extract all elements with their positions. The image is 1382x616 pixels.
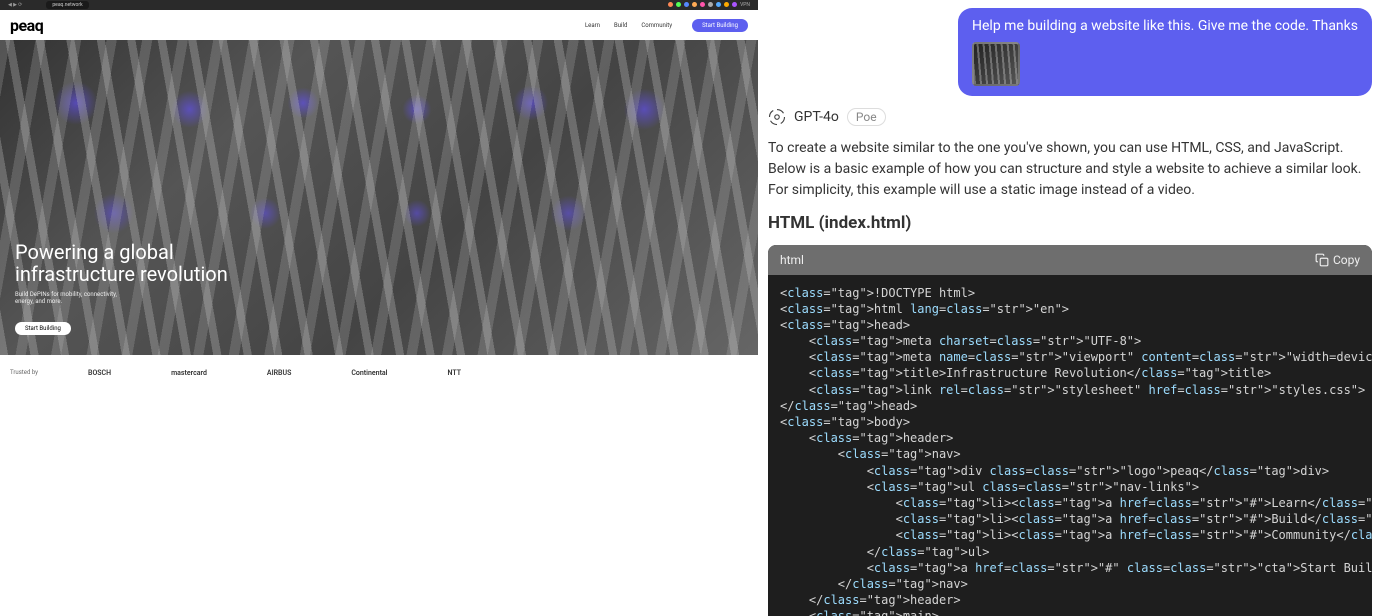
section-heading: HTML (index.html): [768, 211, 1372, 237]
trusted-by-bar: Trusted by BOSCH mastercard AIRBUS Conti…: [0, 355, 758, 390]
brand-bosch: BOSCH: [88, 369, 111, 377]
brand-mastercard: mastercard: [171, 369, 207, 377]
code-language-label: html: [780, 251, 804, 269]
nav-link-community[interactable]: Community: [641, 22, 672, 29]
site-logo[interactable]: peaq: [10, 16, 43, 35]
header-cta-button[interactable]: Start Building: [692, 19, 748, 32]
assistant-avatar-icon: [768, 108, 786, 126]
code-content[interactable]: <class="tag">!DOCTYPE html> <class="tag"…: [768, 275, 1372, 616]
user-message-text: Help me building a website like this. Gi…: [972, 18, 1358, 34]
platform-badge[interactable]: Poe: [847, 108, 886, 126]
hero-subtitle: Build DePINs for mobility, connectivity,…: [15, 291, 135, 305]
copy-icon: [1315, 253, 1329, 267]
website-preview-panel: ◀ ▶ ⟳ peaq.network VPN peaq Learn Build …: [0, 0, 758, 616]
copy-button[interactable]: Copy: [1315, 251, 1360, 269]
nav-link-learn[interactable]: Learn: [585, 22, 600, 29]
browser-nav-icons: ◀ ▶ ⟳: [8, 2, 22, 8]
brand-logos: BOSCH mastercard AIRBUS Continental NTT: [88, 369, 461, 377]
assistant-header: GPT-4o Poe: [768, 108, 1372, 126]
site-header: peaq Learn Build Community Start Buildin…: [0, 10, 758, 40]
code-block: html Copy <class="tag">!DOCTYPE html> <c…: [768, 245, 1372, 616]
brand-airbus: AIRBUS: [267, 369, 291, 377]
hero-title: Powering a global infrastructure revolut…: [15, 241, 228, 285]
browser-chrome: ◀ ▶ ⟳ peaq.network VPN: [0, 0, 758, 10]
user-attachment-thumbnail[interactable]: [972, 42, 1020, 86]
hero-cta-button[interactable]: Start Building: [15, 322, 71, 335]
trusted-label: Trusted by: [10, 369, 38, 376]
code-block-header: html Copy: [768, 245, 1372, 275]
hero-section: Powering a global infrastructure revolut…: [0, 40, 758, 355]
brand-continental: Continental: [351, 369, 387, 377]
assistant-name: GPT-4o: [794, 109, 839, 125]
chat-panel: Help me building a website like this. Gi…: [758, 0, 1382, 616]
hero-content: Powering a global infrastructure revolut…: [15, 241, 228, 335]
nav-link-build[interactable]: Build: [614, 22, 627, 29]
brand-ntt: NTT: [448, 369, 462, 377]
assistant-intro-text: To create a website similar to the one y…: [768, 138, 1372, 201]
site-nav: Learn Build Community: [585, 22, 672, 29]
user-message-bubble: Help me building a website like this. Gi…: [958, 8, 1372, 96]
browser-url-bar[interactable]: peaq.network: [46, 1, 88, 9]
browser-extension-icons: VPN: [668, 2, 750, 8]
assistant-message-body: To create a website similar to the one y…: [768, 138, 1372, 616]
